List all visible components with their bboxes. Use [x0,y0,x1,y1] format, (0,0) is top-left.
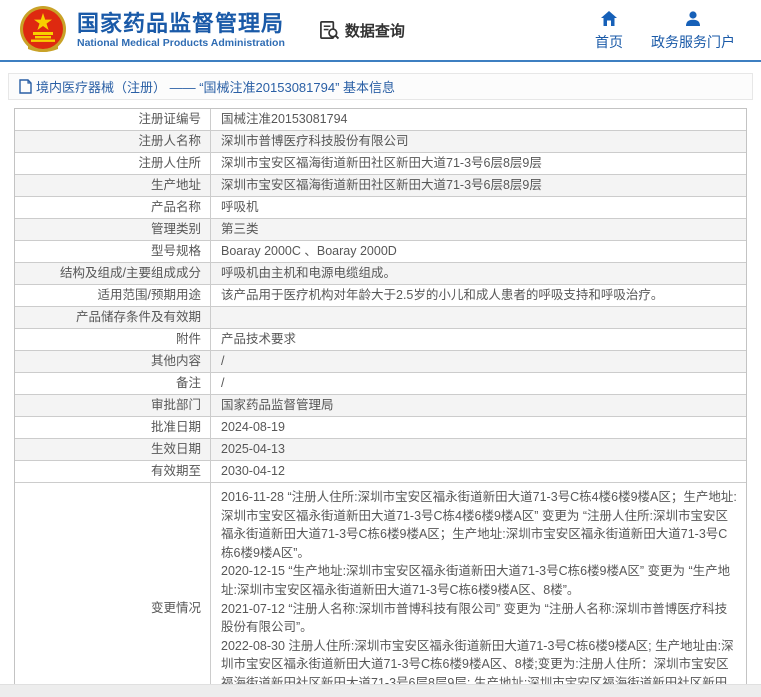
table-row: 生效日期2025-04-13 [15,439,746,461]
detail-table: 注册证编号国械注准20153081794注册人名称深圳市普博医疗科技股份有限公司… [14,108,747,697]
field-value: / [211,351,746,372]
table-row: 产品储存条件及有效期 [15,307,746,329]
field-label: 附件 [15,329,211,350]
field-label: 注册证编号 [15,109,211,130]
table-row: 型号规格Boaray 2000C 、Boaray 2000D [15,241,746,263]
table-row: 适用范围/预期用途该产品用于医疗机构对年龄大于2.5岁的小儿和成人患者的呼吸支持… [15,285,746,307]
data-query-section: 数据查询 [319,20,405,41]
table-row: 产品名称呼吸机 [15,197,746,219]
field-value: 2024-08-19 [211,417,746,438]
field-value: 国械注准20153081794 [211,109,746,130]
field-label: 生效日期 [15,439,211,460]
breadcrumb-bar: 境内医疗器械（注册） —— “国械注准20153081794” 基本信息 [8,73,753,100]
user-icon [683,9,703,29]
field-label: 备注 [15,373,211,394]
table-row: 附件产品技术要求 [15,329,746,351]
table-row: 注册证编号国械注准20153081794 [15,109,746,131]
field-value: Boaray 2000C 、Boaray 2000D [211,241,746,262]
field-label: 批准日期 [15,417,211,438]
nav-gov-portal[interactable]: 政务服务门户 [651,9,735,52]
national-emblem-logo [18,5,68,55]
field-value: 深圳市宝安区福海街道新田社区新田大道71-3号6层8层9层 [211,175,746,196]
change-entry: 2021-07-12 “注册人名称:深圳市普博科技有限公司” 变更为 “注册人名… [221,600,738,637]
nav-home-label: 首页 [595,32,623,52]
field-label: 结构及组成/主要组成成分 [15,263,211,284]
field-value: 产品技术要求 [211,329,746,350]
field-label: 型号规格 [15,241,211,262]
field-value: 2025-04-13 [211,439,746,460]
table-row: 注册人住所深圳市宝安区福海街道新田社区新田大道71-3号6层8层9层 [15,153,746,175]
table-row: 批准日期2024-08-19 [15,417,746,439]
table-row: 变更情况2016-11-28 “注册人住所:深圳市宝安区福永街道新田大道71-3… [15,483,746,697]
table-row: 审批部门国家药品监督管理局 [15,395,746,417]
field-label: 注册人住所 [15,153,211,174]
field-value-changes: 2016-11-28 “注册人住所:深圳市宝安区福永街道新田大道71-3号C栋4… [211,483,746,697]
field-value: 深圳市普博医疗科技股份有限公司 [211,131,746,152]
breadcrumb: 境内医疗器械（注册） —— “国械注准20153081794” 基本信息 [36,77,395,96]
table-row: 管理类别第三类 [15,219,746,241]
field-value: 国家药品监督管理局 [211,395,746,416]
field-value: / [211,373,746,394]
field-label: 管理类别 [15,219,211,240]
page-header: 国家药品监督管理局 National Medical Products Admi… [0,0,761,62]
change-entry: 2020-12-15 “生产地址:深圳市宝安区福永街道新田大道71-3号C栋6楼… [221,562,738,599]
field-label: 适用范围/预期用途 [15,285,211,306]
table-row: 结构及组成/主要组成成分呼吸机由主机和电源电缆组成。 [15,263,746,285]
field-value: 呼吸机由主机和电源电缆组成。 [211,263,746,284]
field-label: 产品储存条件及有效期 [15,307,211,328]
field-label: 变更情况 [15,483,211,697]
field-value: 深圳市宝安区福海街道新田社区新田大道71-3号6层8层9层 [211,153,746,174]
change-entry: 2016-11-28 “注册人住所:深圳市宝安区福永街道新田大道71-3号C栋4… [221,488,738,562]
data-query-label: 数据查询 [345,20,405,41]
table-row: 备注/ [15,373,746,395]
field-value: 呼吸机 [211,197,746,218]
field-label: 生产地址 [15,175,211,196]
home-icon [599,9,619,29]
header-nav: 首页 政务服务门户 [595,9,761,52]
footer-strip [0,684,761,697]
nav-gov-portal-label: 政务服务门户 [651,32,735,52]
table-row: 注册人名称深圳市普博医疗科技股份有限公司 [15,131,746,153]
nav-home[interactable]: 首页 [595,9,623,52]
agency-title-block: 国家药品监督管理局 National Medical Products Admi… [77,11,285,50]
document-search-icon [319,20,340,41]
table-row: 生产地址深圳市宝安区福海街道新田社区新田大道71-3号6层8层9层 [15,175,746,197]
field-label: 其他内容 [15,351,211,372]
field-value [211,307,746,328]
field-label: 有效期至 [15,461,211,482]
table-row: 有效期至2030-04-12 [15,461,746,483]
field-label: 产品名称 [15,197,211,218]
field-value: 2030-04-12 [211,461,746,482]
field-value: 该产品用于医疗机构对年龄大于2.5岁的小儿和成人患者的呼吸支持和呼吸治疗。 [211,285,746,306]
agency-name: 国家药品监督管理局 [77,11,285,37]
field-label: 审批部门 [15,395,211,416]
table-row: 其他内容/ [15,351,746,373]
field-value: 第三类 [211,219,746,240]
document-icon [19,79,32,94]
field-label: 注册人名称 [15,131,211,152]
agency-name-en: National Medical Products Administration [77,37,285,50]
